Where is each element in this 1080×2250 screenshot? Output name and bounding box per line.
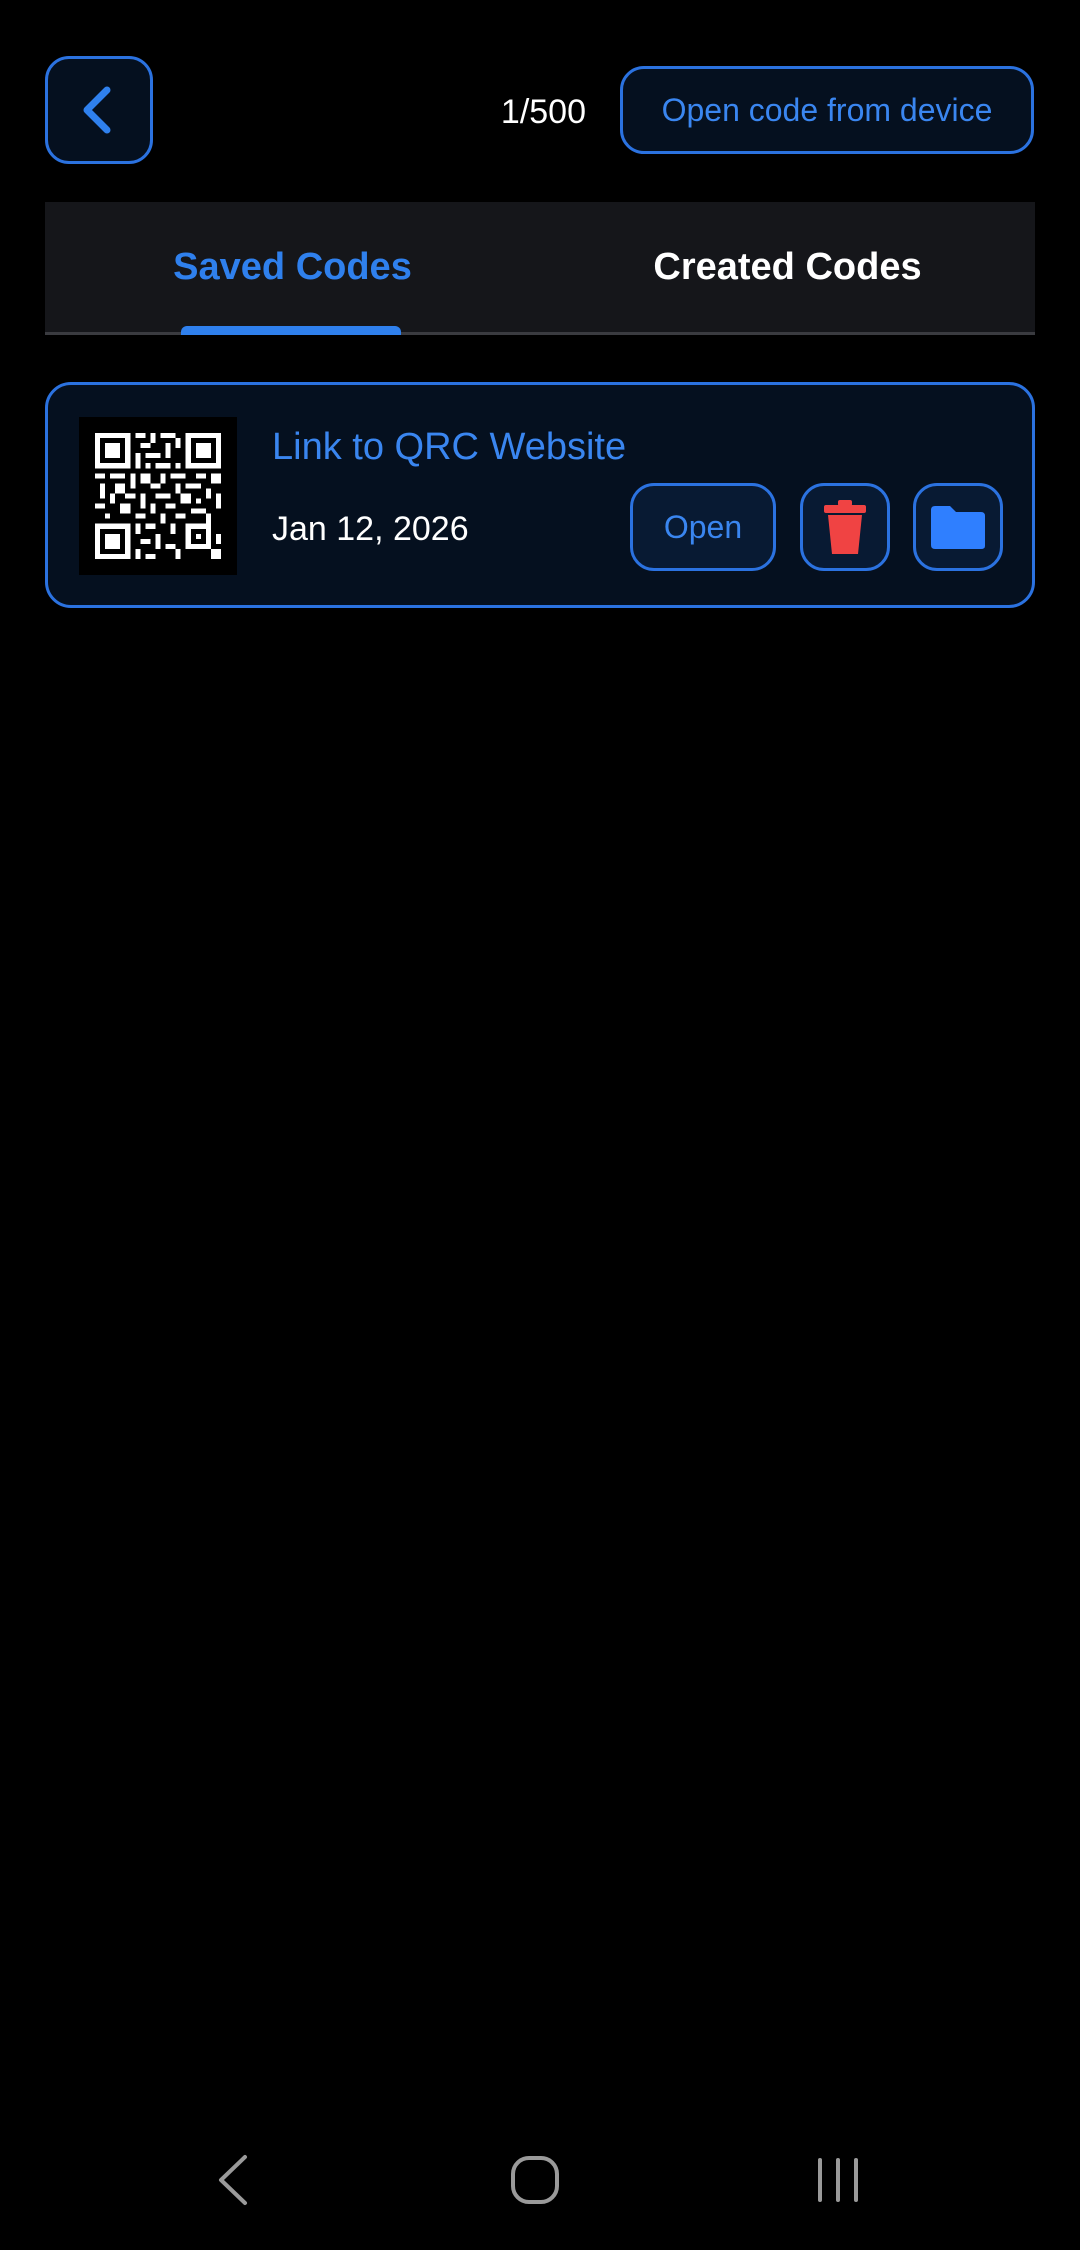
saved-code-card[interactable]: Link to QRC Website Jan 12, 2026 Open — [45, 382, 1035, 608]
open-code-from-device-button[interactable]: Open code from device — [620, 66, 1034, 154]
system-recents-icon — [818, 2158, 858, 2202]
qr-code-thumbnail — [79, 417, 237, 575]
delete-code-button[interactable] — [800, 483, 890, 571]
tab-bar: Saved Codes Created Codes — [45, 202, 1035, 335]
saved-codes-screen: 1/500 Open code from device Saved Codes … — [0, 0, 1080, 2250]
tab-saved-codes-label: Saved Codes — [173, 245, 412, 288]
saved-count: 1/500 — [500, 93, 586, 131]
move-to-folder-button[interactable] — [913, 483, 1003, 571]
system-back-button[interactable] — [203, 2150, 263, 2210]
system-recents-button[interactable] — [808, 2150, 868, 2210]
system-back-icon — [219, 2155, 247, 2205]
open-code-button[interactable]: Open — [630, 483, 776, 571]
chevron-left-icon — [83, 86, 111, 134]
back-button[interactable] — [45, 56, 153, 164]
code-date: Jan 12, 2026 — [272, 510, 469, 548]
tab-created-codes[interactable]: Created Codes — [540, 202, 1035, 332]
system-navigation-bar — [0, 2130, 1080, 2230]
active-tab-indicator — [181, 326, 401, 335]
tab-created-codes-label: Created Codes — [653, 245, 922, 288]
tab-saved-codes[interactable]: Saved Codes — [45, 202, 540, 332]
qr-code-icon — [95, 433, 221, 559]
system-home-button[interactable] — [505, 2150, 565, 2210]
code-title: Link to QRC Website — [272, 426, 627, 468]
trash-icon — [824, 500, 866, 554]
folder-icon — [931, 506, 985, 549]
system-home-icon — [511, 2156, 559, 2204]
